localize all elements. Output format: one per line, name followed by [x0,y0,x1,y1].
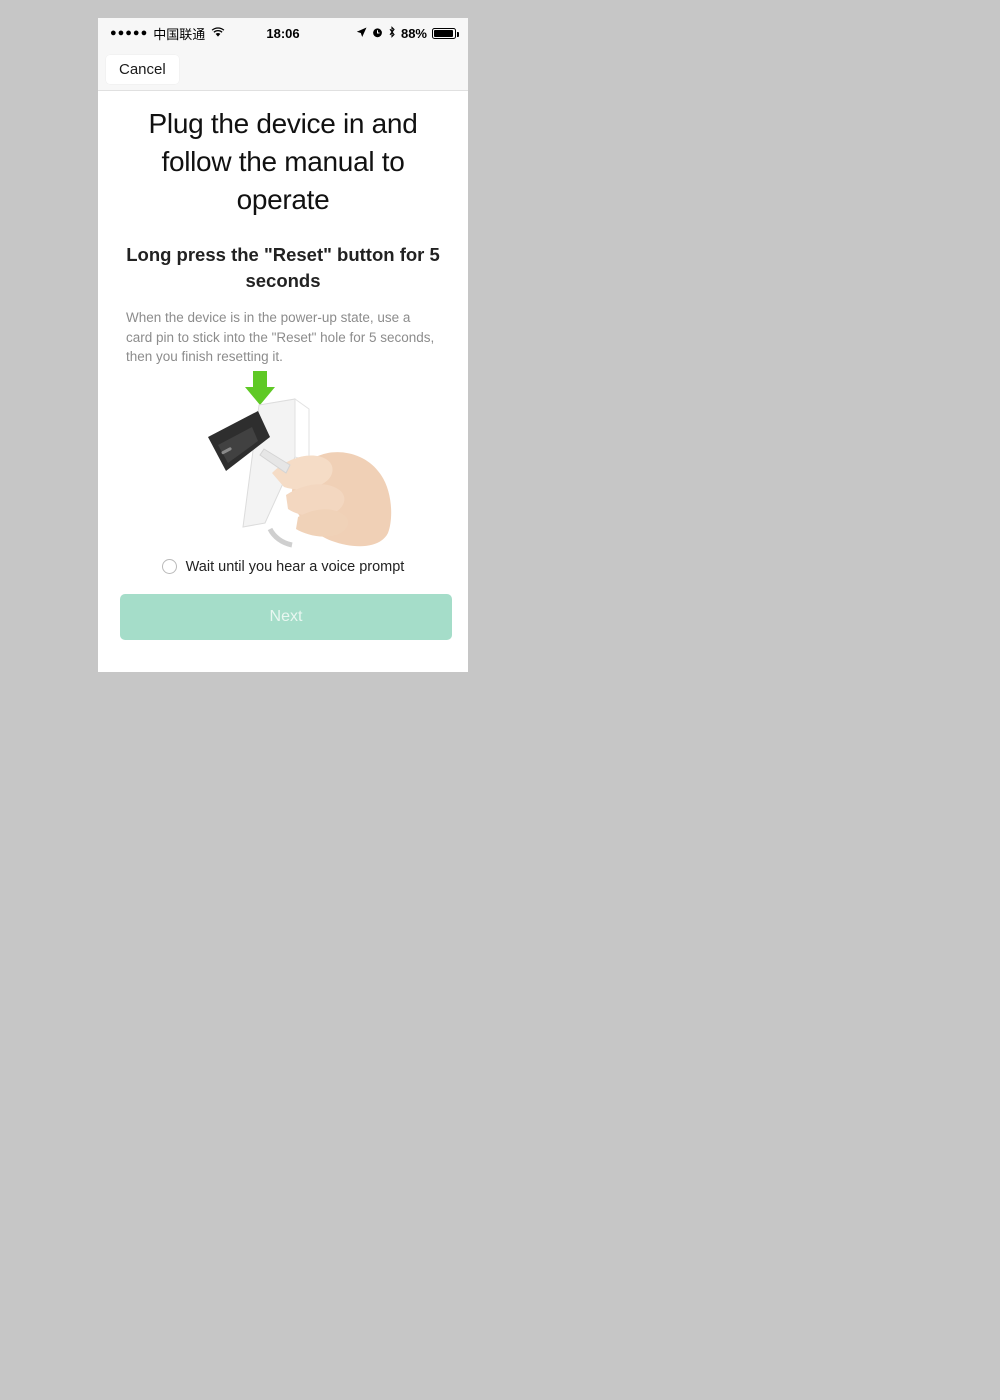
panel-3: 11:10 0.22K/s 48 Cannot find the ... [0,700,500,1400]
status-right-group: 88% [356,25,459,41]
page-title: Plug the device in and follow the manual… [148,108,418,215]
voice-prompt-checkbox-row[interactable]: Wait until you hear a voice prompt [120,559,446,575]
battery-icon [432,27,459,39]
alarm-clock-icon [372,26,383,41]
cancel-button[interactable]: Cancel [106,54,179,84]
panel-2: 11:05 0.11K/s 48 Cannot find the ... Can… [500,0,1000,700]
panel-4: 11:06 0.02K/s 48 Cannot find the ... [500,700,1000,1400]
ios-status-bar: ●●●●● 中国联通 18:06 88% [98,18,468,48]
screenshot-grid: ●●●●● 中国联通 18:06 88% Cancel Plug the dev… [0,0,1000,1400]
voice-prompt-label: Wait until you hear a voice prompt [185,558,405,575]
ios-nav-bar: Cancel [98,48,468,91]
battery-percent-label: 88% [400,25,427,41]
panel1-content: Plug the device in and follow the manual… [98,91,468,640]
location-arrow-icon [356,26,367,41]
next-button[interactable]: Next [120,593,452,640]
instruction-subtitle: Long press the "Reset" button for 5 seco… [126,244,440,292]
instruction-description: When the device is in the power-up state… [126,310,435,365]
radio-circle-icon[interactable] [161,559,177,575]
panel-1: ●●●●● 中国联通 18:06 88% Cancel Plug the dev… [0,0,500,700]
bluetooth-icon [388,25,396,41]
hand-holding-device-photo [120,369,446,549]
phone-screen-1: ●●●●● 中国联通 18:06 88% Cancel Plug the dev… [98,18,468,672]
